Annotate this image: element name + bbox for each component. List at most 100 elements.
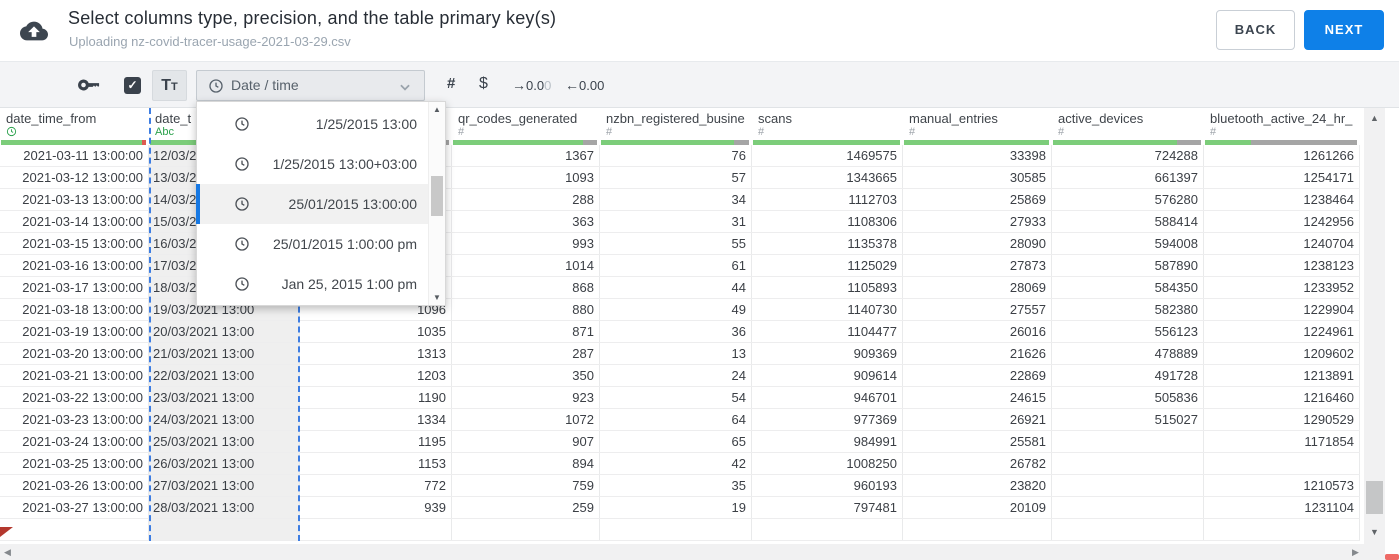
column-header[interactable]: bluetooth_active_24_hr_ # [1204, 108, 1360, 145]
table-cell: 588414 [1052, 211, 1204, 232]
table-cell: 1014 [452, 255, 600, 276]
table-cell: 2021-03-25 13:00:00 [0, 453, 149, 474]
date-format-option[interactable]: 1/25/2015 13:00+03:00 [197, 144, 428, 184]
table-cell: 26/03/2021 13:00 [149, 453, 300, 474]
table-cell: 977369 [752, 409, 903, 430]
column-header[interactable]: scans # [752, 108, 903, 145]
column-type-dropdown[interactable]: Date / time [196, 70, 425, 101]
table-row: 2021-03-21 13:00:00 22/03/2021 13:00 1203 3… [0, 365, 1360, 387]
scroll-down-icon[interactable]: ▼ [429, 293, 445, 302]
table-cell: 1313 [300, 343, 452, 364]
table-cell [752, 519, 903, 540]
number-type-label: # [909, 126, 916, 138]
table-cell: 2021-03-11 13:00:00 [0, 145, 149, 166]
date-format-option[interactable]: Jan 25, 2015 1:00 pm [197, 264, 428, 304]
table-cell: 64 [600, 409, 752, 430]
scroll-up-icon[interactable]: ▲ [429, 105, 445, 114]
table-cell: 31 [600, 211, 752, 232]
table-cell: 1190 [300, 387, 452, 408]
table-cell: 2021-03-13 13:00:00 [0, 189, 149, 210]
table-cell: 587890 [1052, 255, 1204, 276]
table-cell: 28/03/2021 13:00 [149, 497, 300, 518]
table-cell: 1105893 [752, 277, 903, 298]
table-cell: 1108306 [752, 211, 903, 232]
horizontal-scrollbar[interactable]: ◀ ▶ [0, 544, 1385, 560]
clock-icon [234, 276, 250, 292]
date-format-options: 1/25/2015 13:00 1/25/2015 13:00+03:00 25/0… [196, 104, 428, 304]
table-cell: 2021-03-14 13:00:00 [0, 211, 149, 232]
column-header[interactable]: qr_codes_generated # [452, 108, 600, 145]
integer-type-button[interactable]: # [447, 75, 455, 92]
table-cell: 34 [600, 189, 752, 210]
scroll-down-icon[interactable]: ▼ [1364, 527, 1385, 537]
table-cell: 1229904 [1204, 299, 1360, 320]
currency-type-button[interactable]: $ [479, 75, 488, 93]
scroll-left-icon[interactable]: ◀ [4, 547, 11, 558]
table-cell: 350 [452, 365, 600, 386]
back-button[interactable]: BACK [1216, 10, 1295, 50]
table-cell: 25581 [903, 431, 1052, 452]
table-cell: 1367 [452, 145, 600, 166]
table-cell: 1035 [300, 321, 452, 342]
table-cell: 2021-03-22 13:00:00 [0, 387, 149, 408]
table-cell: 288 [452, 189, 600, 210]
chevron-down-icon [398, 80, 412, 94]
scroll-right-icon[interactable]: ▶ [1352, 547, 1359, 558]
date-format-label: 1/25/2015 13:00+03:00 [272, 156, 417, 172]
table-cell: 27557 [903, 299, 1052, 320]
dropdown-scrollbar[interactable]: ▲ ▼ [428, 102, 445, 305]
table-row: 2021-03-23 13:00:00 24/03/2021 13:00 1334 1… [0, 409, 1360, 431]
dropdown-scrollbar-thumb[interactable] [431, 176, 443, 216]
table-cell [903, 519, 1052, 540]
date-format-option[interactable]: 1/25/2015 13:00 [197, 104, 428, 144]
table-cell: 33398 [903, 145, 1052, 166]
column-name: manual_entries [909, 111, 998, 126]
table-cell: 23/03/2021 13:00 [149, 387, 300, 408]
vertical-scrollbar[interactable]: ▲ ▼ [1364, 108, 1385, 544]
table-cell: 25869 [903, 189, 1052, 210]
table-cell: 2021-03-15 13:00:00 [0, 233, 149, 254]
column-quality-bar [753, 140, 900, 145]
increase-precision-button[interactable]: →0.00 [512, 77, 551, 93]
table-cell: 491728 [1052, 365, 1204, 386]
end-of-data-marker [0, 527, 13, 537]
table-cell: 26782 [903, 453, 1052, 474]
date-format-label: 25/01/2015 13:00:00 [288, 196, 417, 212]
table-cell: 30585 [903, 167, 1052, 188]
date-format-label: Jan 25, 2015 1:00 pm [281, 276, 417, 292]
table-cell: 1203 [300, 365, 452, 386]
table-cell: 24 [600, 365, 752, 386]
date-format-option[interactable]: 25/01/2015 13:00:00 [196, 184, 428, 224]
next-button[interactable]: NEXT [1304, 10, 1384, 50]
table-cell: 20109 [903, 497, 1052, 518]
table-cell: 576280 [1052, 189, 1204, 210]
text-type-button[interactable]: TT [152, 70, 187, 101]
table-cell: 1238464 [1204, 189, 1360, 210]
column-header[interactable]: active_devices # [1052, 108, 1204, 145]
table-cell: 2021-03-12 13:00:00 [0, 167, 149, 188]
column-header[interactable]: manual_entries # [903, 108, 1052, 145]
vertical-scrollbar-thumb[interactable] [1366, 481, 1383, 514]
table-cell: 1261266 [1204, 145, 1360, 166]
include-column-checkbox[interactable]: ✓ [124, 77, 141, 94]
table-cell: 993 [452, 233, 600, 254]
column-name: nzbn_registered_busine [606, 111, 745, 126]
column-name: date_time_from [6, 111, 97, 126]
date-format-option[interactable]: 25/01/2015 1:00:00 pm [197, 224, 428, 264]
table-row: 2021-03-20 13:00:00 21/03/2021 13:00 1313 2… [0, 343, 1360, 365]
table-cell: 2021-03-16 13:00:00 [0, 255, 149, 276]
table-cell [149, 519, 300, 540]
table-cell [1052, 475, 1204, 496]
table-cell: 57 [600, 167, 752, 188]
decrease-precision-button[interactable]: ←0.00 [565, 77, 604, 93]
scroll-up-icon[interactable]: ▲ [1364, 113, 1385, 123]
primary-key-icon[interactable] [78, 74, 100, 96]
column-quality-bar [904, 140, 1049, 145]
column-header[interactable]: nzbn_registered_busine # [600, 108, 752, 145]
table-cell: 61 [600, 255, 752, 276]
number-type-label: # [1210, 126, 1217, 138]
table-cell: 907 [452, 431, 600, 452]
column-type-dropdown-value: Date / time [231, 77, 299, 93]
table-cell: 2021-03-27 13:00:00 [0, 497, 149, 518]
column-header[interactable]: date_time_from [0, 108, 149, 145]
